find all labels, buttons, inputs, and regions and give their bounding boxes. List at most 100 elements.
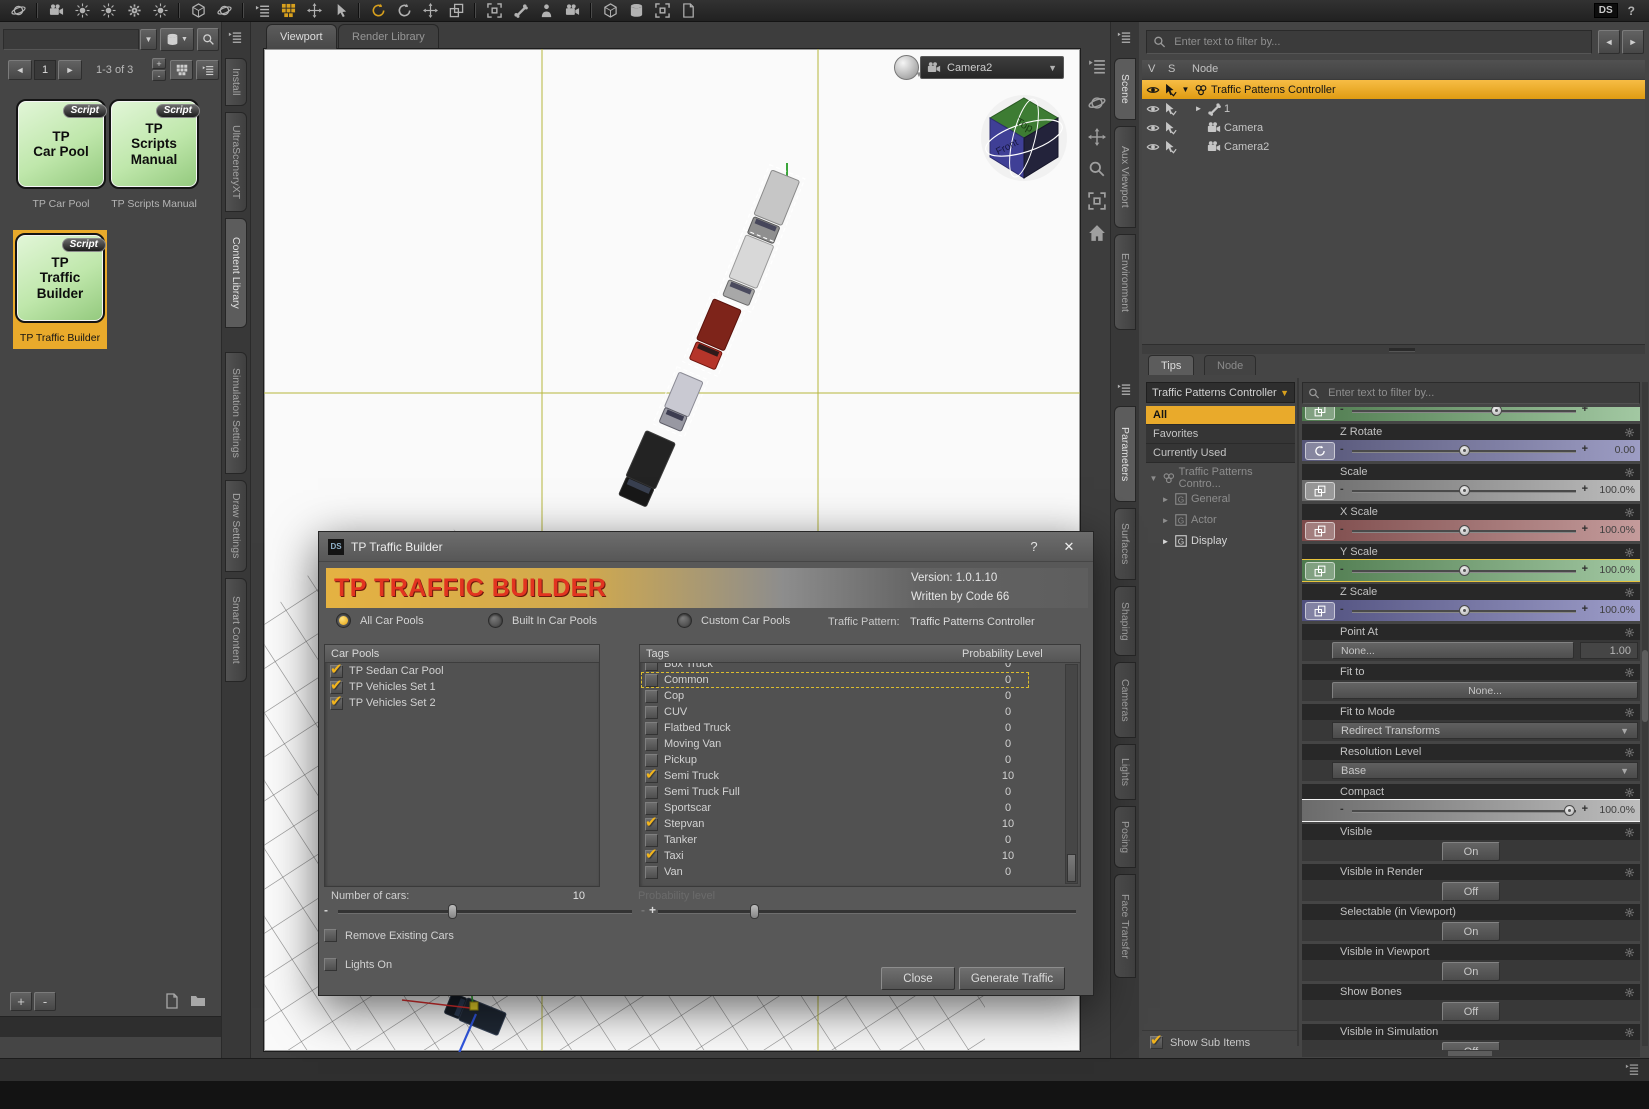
gear-icon[interactable] [1624,947,1635,958]
param-control[interactable]: Redirect Transforms ▼ [1302,720,1640,741]
pane-options-icon[interactable] [1086,55,1108,77]
dialog-help-button[interactable]: ? [1021,539,1047,554]
tag-row[interactable]: Tanker 0 [640,832,1065,848]
pane-tab-lights[interactable]: Lights [1114,744,1136,800]
camera-selector[interactable]: Camera2 ▼ [920,56,1064,79]
param-control[interactable]: - +100.0% [1302,799,1640,822]
slider-thumb[interactable] [1564,805,1576,816]
orbit-view-icon[interactable] [1086,92,1108,114]
scene-node-1[interactable]: ► 1 [1142,99,1645,118]
product-thumbnail[interactable]: TP Car Pool Script [16,99,107,189]
scene-node-traffic-patterns-controller[interactable]: ▼ Traffic Patterns Controller [1142,80,1645,99]
scene-hierarchy-icon[interactable] [250,2,274,20]
point-light-icon[interactable] [96,2,120,20]
param-control[interactable]: Off [1302,1000,1640,1021]
scene-filter[interactable] [1146,30,1592,54]
camera-dropdown-arrow[interactable]: ▼ [1048,63,1057,73]
params-tree-actor[interactable]: ► Actor [1148,510,1307,530]
param-toggle-button[interactable]: On [1442,962,1500,981]
tag-checkbox[interactable] [645,705,658,719]
slider-thumb[interactable] [1459,445,1470,456]
scene-prev-button[interactable]: ◄ [1598,30,1620,54]
tag-row[interactable]: Box Truck 0 [640,663,1065,672]
tab-tips[interactable]: Tips [1148,355,1195,375]
car-pool-row[interactable]: TP Vehicles Set 2 [325,692,599,711]
dialog-title-bar[interactable]: DS TP Traffic Builder ? ✕ [319,532,1093,562]
gear-icon[interactable] [1624,987,1635,998]
pane-options-icon[interactable] [226,30,244,44]
home-view-icon[interactable] [1086,222,1108,244]
pane-tab-surfaces[interactable]: Surfaces [1114,508,1136,580]
view-cube[interactable]: Top Front [981,95,1067,181]
scene-pane-options-icon[interactable] [1115,30,1133,44]
remove-existing-cars-checkbox[interactable] [324,929,337,942]
param-control[interactable]: - +100.0% [1302,480,1640,501]
active-rotate-icon[interactable] [366,2,390,20]
slider-minus[interactable]: - [1340,563,1344,575]
param-select[interactable]: Redirect Transforms ▼ [1332,722,1638,739]
slider-minus[interactable]: - [1340,407,1344,415]
expand-arrow-icon[interactable]: ▼ [1148,474,1159,483]
gear-icon[interactable] [1624,427,1635,438]
page-next-button[interactable]: ► [58,60,82,80]
scene-filter-input[interactable] [1172,35,1585,49]
params-group-all[interactable]: All [1146,406,1295,425]
panel-splitter[interactable] [1142,344,1645,354]
rotate-tool-icon[interactable] [392,2,416,20]
slider-plus[interactable]: + [1582,443,1588,455]
tag-row[interactable]: Pickup 0 [640,752,1065,768]
param-control[interactable]: - +100.0% [1302,600,1640,621]
dialog-close-button[interactable]: ✕ [1054,539,1084,555]
show-sub-items[interactable]: Show Sub Items [1150,1031,1250,1049]
probability-level-slider[interactable] [658,904,1076,919]
surface-ball-icon[interactable] [6,2,30,20]
close-button[interactable]: Close [881,967,955,990]
pane-tab-parameters[interactable]: Parameters [1114,406,1136,502]
tag-row[interactable]: Stepvan 10 [640,813,1065,832]
gear-icon[interactable] [1624,747,1635,758]
param-button[interactable]: None... [1332,682,1638,699]
radio-custom-car-pools[interactable]: Custom Car Pools [677,613,790,628]
expand-arrow-icon[interactable]: ► [1160,516,1171,525]
tag-row[interactable]: Common 0 [640,672,1065,688]
car-pool-checkbox[interactable] [330,692,343,710]
sidebar-tab-draw-settings[interactable]: Draw Settings [225,480,247,572]
pan-view-icon[interactable] [1086,126,1108,148]
params-tree-display[interactable]: ► Display [1148,531,1307,551]
expand-arrow-icon[interactable]: ► [1160,537,1171,546]
slider-plus[interactable]: + [1582,803,1588,815]
params-tree-general[interactable]: ► General [1148,489,1307,509]
gear-icon[interactable] [1624,547,1635,558]
tag-checkbox[interactable] [645,785,658,799]
slider-thumb[interactable] [1459,485,1470,496]
slider-plus[interactable]: + [1582,483,1588,495]
slider-thumb[interactable] [1459,565,1470,576]
tag-checkbox[interactable] [645,737,658,751]
frame-view-icon[interactable] [1086,190,1108,212]
gauge-icon[interactable] [122,2,146,20]
tags-scrollbar[interactable] [1065,664,1078,884]
visibility-eye-icon[interactable] [1146,121,1160,135]
tag-row[interactable]: Flatbed Truck 0 [640,720,1065,736]
param-control[interactable]: Base ▼ [1302,760,1640,781]
param-control[interactable]: - +0.00 [1302,440,1640,461]
expand-arrow-icon[interactable]: ▼ [1180,85,1191,94]
expand-arrow-icon[interactable]: ► [1160,495,1171,504]
tag-row[interactable]: Van 0 [640,864,1065,880]
radio-all-car-pools[interactable]: All Car Pools [336,613,424,628]
tag-row[interactable]: Moving Van 0 [640,736,1065,752]
slider-thumb[interactable] [1459,525,1470,536]
sidebar-tab-smart-content[interactable]: Smart Content [225,578,247,682]
slider-track[interactable] [1352,565,1576,576]
params-h-scrollbar[interactable] [1302,1050,1640,1057]
translate-tool-icon[interactable] [418,2,442,20]
param-control[interactable]: On [1302,960,1640,981]
gear-icon[interactable] [1624,787,1635,798]
folder-view-icon[interactable] [190,993,206,1009]
param-control[interactable]: None... 1.00 [1302,640,1640,661]
scale-tool-icon[interactable] [444,2,468,20]
generate-traffic-button[interactable]: Generate Traffic [959,967,1065,990]
tab-node[interactable]: Node [1204,355,1257,375]
probability-minus-button[interactable]: - [641,903,645,917]
param-toggle-button[interactable]: Off [1442,1042,1500,1050]
